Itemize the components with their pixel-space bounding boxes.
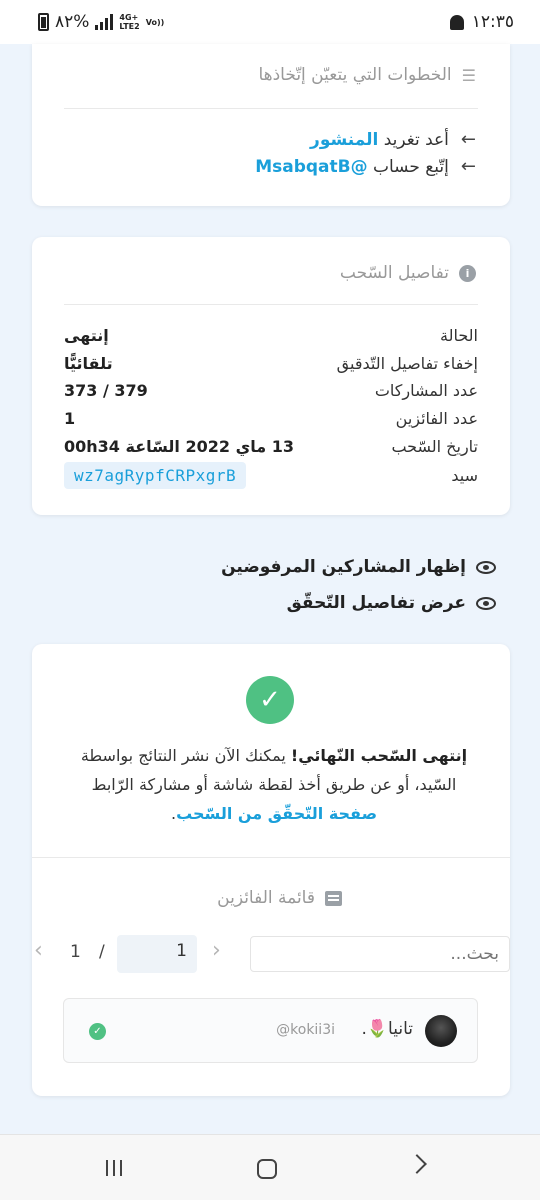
show-verification-label: عرض تفاصيل التّحقّق xyxy=(286,593,466,613)
status-left: ٨٢% 4G+ LTE2 Vo)) xyxy=(38,12,164,32)
back-icon[interactable] xyxy=(407,1154,427,1174)
detail-value: 373 / 379 xyxy=(64,381,148,400)
steps-divider xyxy=(64,108,478,109)
list-icon xyxy=(325,890,342,906)
detail-label: عدد المشاركات xyxy=(374,381,478,400)
status-right: ١٢:٣٥ xyxy=(449,12,514,32)
detail-value: 1 xyxy=(64,409,76,428)
status-bar: ٨٢% 4G+ LTE2 Vo)) ١٢:٣٥ xyxy=(0,0,540,44)
verified-check-icon: ✓ xyxy=(89,1023,106,1040)
prev-page-icon[interactable]: ‹ xyxy=(34,938,43,963)
steps-title: الخطوات التي يتعيّن إتّخاذها xyxy=(258,65,452,85)
volte-indicator: Vo)) xyxy=(145,17,165,27)
detail-row-hide-audit: إخفاء تفاصيل التّدقيق تلقائيًّا xyxy=(64,354,478,373)
android-nav-bar xyxy=(0,1134,540,1200)
check-circle-icon: ✓ xyxy=(246,676,294,724)
detail-label: الحالة xyxy=(440,326,478,345)
seed-value[interactable]: wz7agRypfCRPxgrB xyxy=(64,462,247,489)
show-rejected-label: إظهار المشاركين المرفوضين xyxy=(221,557,466,577)
eye-icon xyxy=(476,560,496,574)
details-title: تفاصيل السّحب xyxy=(339,263,449,283)
step-follow[interactable]: ← إتّبع حساب @MsabqatB xyxy=(255,156,476,177)
detail-row-status: الحالة إنتهى xyxy=(64,326,478,345)
recent-apps-icon[interactable] xyxy=(106,1160,122,1176)
detail-label: عدد الفائزين xyxy=(395,409,478,428)
winners-header: قائمة الفائزين xyxy=(217,888,342,908)
details-divider xyxy=(64,304,478,305)
result-message: إنتهى السّحب النّهائي! يمكنك الآن نشر ال… xyxy=(80,746,468,823)
network-type: 4G+ LTE2 xyxy=(119,13,140,31)
step-retweet-link[interactable]: المنشور xyxy=(310,130,378,150)
page-number-input[interactable]: 1 xyxy=(117,935,197,973)
page-total: 1 xyxy=(70,942,81,962)
notification-bell-icon xyxy=(449,14,464,30)
detail-row-date: تاريخ السّحب 13 ماي 2022 السّاعة 00h34 xyxy=(64,437,478,456)
signal-icon xyxy=(95,14,114,30)
step-retweet[interactable]: ← أعد تغريد المنشور xyxy=(310,129,476,150)
detail-row-winners: عدد الفائزين 1 xyxy=(64,409,478,428)
info-icon: i xyxy=(459,264,476,282)
show-rejected-toggle[interactable]: إظهار المشاركين المرفوضين xyxy=(221,557,496,577)
next-page-icon[interactable]: › xyxy=(212,938,221,963)
steps-header: ☰ الخطوات التي يتعيّن إتّخاذها xyxy=(258,65,476,85)
winner-name: تانيا🌷. xyxy=(361,1019,413,1039)
detail-label: سيد xyxy=(451,466,478,485)
arrow-left-icon: ← xyxy=(460,129,476,150)
arrow-left-icon: ← xyxy=(460,156,476,177)
result-divider xyxy=(32,857,510,858)
page-separator: / xyxy=(99,942,105,962)
winner-row[interactable]: تانيا🌷. @kokii3i ✓ xyxy=(63,998,478,1063)
home-icon[interactable] xyxy=(257,1159,277,1179)
detail-label: تاريخ السّحب xyxy=(391,437,478,456)
show-verification-toggle[interactable]: عرض تفاصيل التّحقّق xyxy=(287,593,496,613)
eye-icon xyxy=(476,596,496,610)
avatar xyxy=(425,1015,457,1047)
steps-list-icon: ☰ xyxy=(461,65,476,85)
details-header: i تفاصيل السّحب xyxy=(340,263,476,283)
detail-row-seed: سيد wz7agRypfCRPxgrB xyxy=(64,462,478,489)
search-input[interactable] xyxy=(250,936,510,972)
step-follow-link[interactable]: @MsabqatB xyxy=(255,157,367,177)
detail-label: إخفاء تفاصيل التّدقيق xyxy=(336,354,478,373)
detail-value: تلقائيًّا xyxy=(64,354,113,373)
verification-page-link[interactable]: صفحة التّحقّق من السّحب xyxy=(176,804,377,823)
detail-value: إنتهى xyxy=(64,326,109,345)
result-bold: إنتهى السّحب النّهائي! xyxy=(290,746,468,765)
detail-value: 13 ماي 2022 السّاعة 00h34 xyxy=(64,437,294,456)
battery-level: ٨٢% xyxy=(55,12,90,32)
battery-icon xyxy=(38,13,49,31)
detail-row-participants: عدد المشاركات 373 / 379 xyxy=(64,381,478,400)
winners-title: قائمة الفائزين xyxy=(217,888,315,908)
clock: ١٢:٣٥ xyxy=(471,12,514,32)
winner-handle: @kokii3i xyxy=(276,1022,335,1038)
